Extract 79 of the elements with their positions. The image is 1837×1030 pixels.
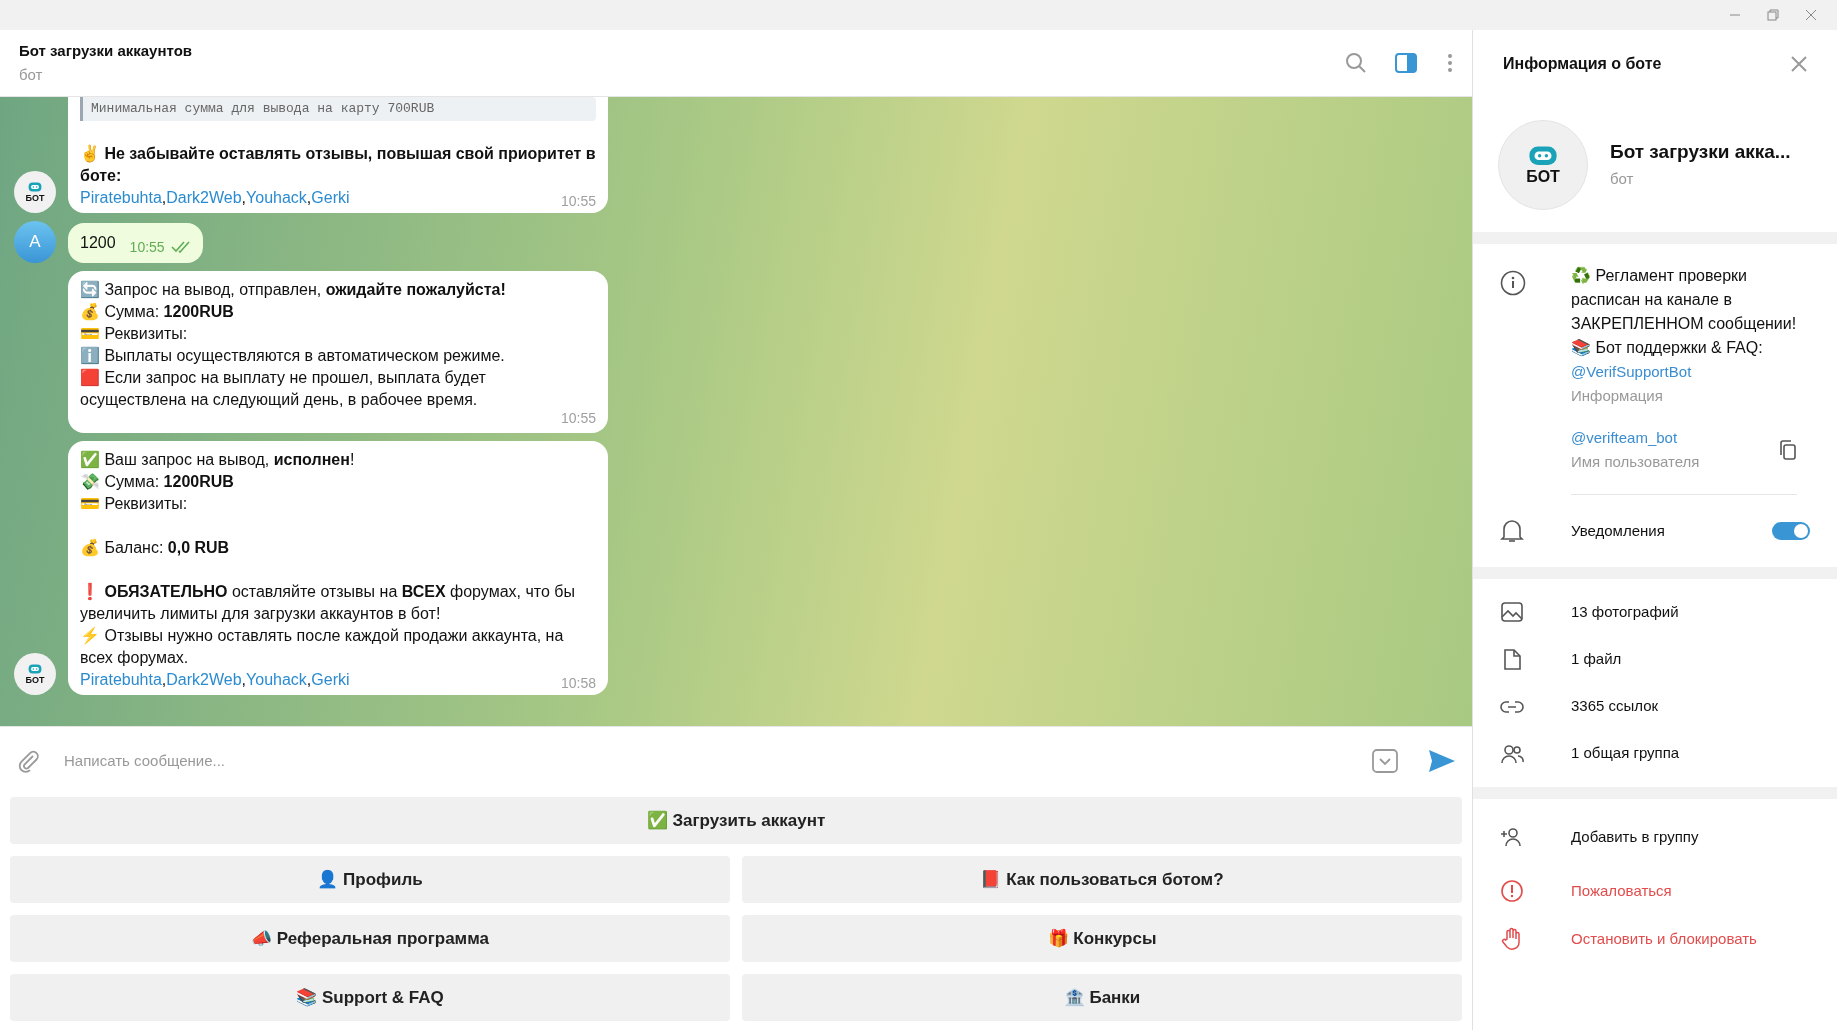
message-time: 10:55 [560, 192, 596, 211]
keyboard-button[interactable]: 🏦 Банки [742, 974, 1462, 1021]
bot-name: Бот загрузки акка... [1610, 140, 1791, 165]
message-text: 🔄 Запрос на вывод, отправлен, ожидайте пожалуйста! [80, 280, 507, 300]
forum-link[interactable]: Youhack [246, 187, 307, 209]
exclamation-icon [1500, 879, 1524, 903]
message-text: 💳 Реквизиты: [80, 494, 189, 514]
send-icon[interactable] [1428, 749, 1456, 773]
forum-link[interactable]: Dark2Web [166, 187, 242, 209]
keyboard-button[interactable]: 📕 Как пользоваться ботом? [742, 856, 1462, 903]
support-bot-link[interactable]: @VerifSupportBot [1571, 363, 1692, 380]
chat-subtitle: бот [19, 66, 43, 83]
link-separator: , [306, 670, 312, 690]
emoji-keyboard-icon[interactable] [1372, 749, 1398, 773]
chat-title: Бот загрузки аккаунтов [19, 41, 193, 61]
forum-link[interactable]: Gerki [311, 669, 350, 691]
forum-link[interactable]: Piratebuhta [80, 669, 162, 691]
keyboard-button[interactable]: 📚 Support & FAQ [10, 974, 730, 1021]
bot-description: ♻ Регламент проверки расписан на канале в ЗАКРЕПЛЕННОМ сообщении! [1571, 266, 1797, 334]
picture-icon [1500, 600, 1524, 625]
forum-link[interactable]: Gerki [311, 187, 350, 209]
info-icon [1500, 270, 1526, 296]
bot-status: бот [1610, 169, 1634, 187]
sidebar-toggle-icon[interactable] [1395, 53, 1417, 73]
link-separator: , [241, 670, 247, 690]
panel-action[interactable]: Добавить в группу [1571, 825, 1699, 849]
restore-icon[interactable] [1767, 9, 1779, 21]
attach-icon[interactable] [16, 749, 40, 773]
more-icon[interactable] [1447, 53, 1453, 73]
search-icon[interactable] [1345, 52, 1367, 74]
panel-action[interactable]: Остановить и блокировать [1571, 927, 1757, 951]
forum-link[interactable]: Dark2Web [166, 669, 242, 691]
message-time: 10:58 [560, 674, 596, 693]
link-separator: , [161, 188, 167, 208]
bell-icon [1500, 518, 1524, 544]
media-count-item[interactable]: 1 файл [1571, 648, 1622, 671]
message-text: ℹ Выплаты осуществляются в автоматическом режиме. [80, 346, 506, 366]
media-count-item[interactable]: 1 общая группа [1571, 742, 1680, 765]
message-text: ✌ Не забывайте оставлять отзывы, повышая свой приоритет в боте: [80, 143, 596, 186]
message-text: ✅ Ваш запрос на вывод, исполнен! [80, 449, 356, 470]
media-count-item[interactable]: 13 фотографий [1571, 601, 1679, 624]
message-input[interactable]: Написать сообщение... [64, 749, 1372, 773]
forum-link[interactable]: Youhack [246, 669, 307, 691]
info-caption: Информация [1571, 387, 1663, 404]
link-separator: , [306, 188, 312, 208]
close-icon[interactable] [1791, 55, 1807, 72]
bot-avatar: БОТ [14, 171, 56, 213]
link-separator: , [241, 188, 247, 208]
panel-action[interactable]: Пожаловаться [1571, 879, 1672, 903]
keyboard-button[interactable]: ✅ Загрузить аккаунт [10, 797, 1462, 844]
close-icon[interactable] [1805, 9, 1817, 21]
copy-icon[interactable] [1779, 440, 1797, 460]
code-block: Минимальная сумма для вывода на карту 700RUB [80, 97, 596, 121]
message-text: 🟥 Если запрос на выплату не прошел, выплата будет осуществлена на следующий день, в рабочее время. [80, 367, 487, 410]
add-person-icon [1500, 825, 1524, 849]
forum-link[interactable]: Piratebuhta [80, 187, 162, 209]
message-text: 💳 Реквизиты: [80, 324, 189, 344]
user-avatar: A [14, 221, 56, 263]
notifications-label: Уведомления [1571, 520, 1666, 541]
username-caption: Имя пользователя [1571, 453, 1700, 470]
keyboard-button[interactable]: 🎁 Конкурсы [742, 915, 1462, 962]
notifications-toggle[interactable] [1772, 522, 1810, 540]
media-count-item[interactable]: 3365 ссылок [1571, 695, 1659, 718]
bot-avatar: БОТ [1498, 119, 1588, 210]
keyboard-button[interactable]: 📣 Реферальная программа [10, 915, 730, 962]
message-text: 💸 Сумма: 1200RUB [80, 472, 235, 492]
link-separator: , [161, 670, 167, 690]
message-text: ❗ ОБЯЗАТЕЛЬНО оставляйте отзывы на ВСЕХ форумах, что бы увеличить лимиты для загрузки аккаунтов в бот! [80, 582, 576, 624]
message-text: 1200 [80, 233, 116, 253]
message-time: 10:55 [560, 409, 596, 428]
message-text: ⚡ Отзывы нужно оставлять после каждой продажи аккаунта, на всех форумах. [80, 626, 565, 668]
message-time: 10:55 [129, 238, 165, 257]
username-link[interactable]: @verifteam_bot [1571, 429, 1678, 446]
message-text: 💰 Сумма: 1200RUB [80, 302, 235, 323]
keyboard-button[interactable]: 👤 Профиль [10, 856, 730, 903]
bot-avatar: БОТ [14, 653, 56, 695]
message-text: 💰 Баланс: 0,0 RUB [80, 538, 231, 559]
bot-description: 📚 Бот поддержки & FAQ: [1571, 338, 1764, 358]
panel-title: Информация о боте [1503, 53, 1662, 74]
